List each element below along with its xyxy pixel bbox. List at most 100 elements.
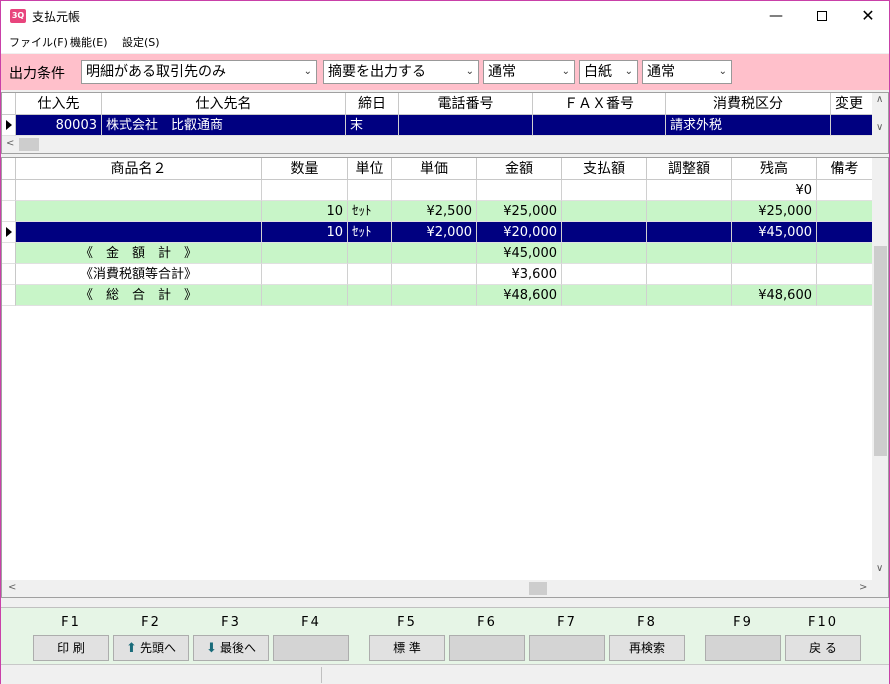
ledger-cell-paid[interactable]: [562, 285, 647, 306]
supplier-filter-select[interactable]: 明細がある取引先のみ ⌄: [81, 60, 317, 84]
ledger-hscroll-thumb[interactable]: [529, 582, 547, 595]
menu-settings[interactable]: 設定(S): [122, 34, 160, 50]
ledger-cell-price[interactable]: [392, 180, 477, 201]
ledger-cell-unit[interactable]: [348, 243, 392, 264]
ledger-cell-adjust[interactable]: [647, 264, 732, 285]
ledger-cell-adjust[interactable]: [647, 222, 732, 243]
changed-cell[interactable]: [831, 115, 873, 136]
mode-select[interactable]: 通常 ⌄: [483, 60, 575, 84]
ledger-cell-qty[interactable]: 10: [262, 201, 348, 222]
ledger-cell-balance[interactable]: [732, 243, 817, 264]
scroll-down-icon[interactable]: ∨: [876, 122, 883, 133]
col-header-balance[interactable]: 残高: [732, 158, 817, 180]
ledger-cell-adjust[interactable]: [647, 201, 732, 222]
ledger-cell-balance[interactable]: ¥45,000: [732, 222, 817, 243]
fkey-button-f4[interactable]: [273, 635, 349, 661]
ledger-cell-name[interactable]: [16, 180, 262, 201]
fkey-button-f10[interactable]: 戻 る: [785, 635, 861, 661]
col-header-adjustment[interactable]: 調整額: [647, 158, 732, 180]
col-header-supplier-code[interactable]: 仕入先: [16, 93, 102, 115]
fkey-button-f3[interactable]: ⬇ 最後へ: [193, 635, 269, 661]
ledger-cell-name[interactable]: [16, 222, 262, 243]
ledger-cell-amount[interactable]: ¥48,600: [477, 285, 562, 306]
ledger-cell-paid[interactable]: [562, 243, 647, 264]
ledger-cell-unit[interactable]: [348, 285, 392, 306]
ledger-cell-qty[interactable]: [262, 264, 348, 285]
scroll-left-icon[interactable]: <: [6, 138, 14, 149]
scroll-up-icon[interactable]: ∧: [876, 94, 883, 105]
ledger-cell-adjust[interactable]: [647, 285, 732, 306]
row-header[interactable]: [2, 180, 16, 201]
col-header-supplier-name[interactable]: 仕入先名: [102, 93, 346, 115]
fkey-button-f7[interactable]: [529, 635, 605, 661]
fkey-button-f9[interactable]: [705, 635, 781, 661]
ledger-cell-paid[interactable]: [562, 264, 647, 285]
ledger-vscroll-thumb[interactable]: [874, 246, 887, 456]
row-header[interactable]: [2, 243, 16, 264]
menu-file[interactable]: ファイル(F): [9, 34, 68, 50]
fkey-button-f8[interactable]: 再検索: [609, 635, 685, 661]
ledger-cell-qty[interactable]: [262, 285, 348, 306]
ledger-cell-name[interactable]: 《消費税額等合計》: [16, 264, 262, 285]
ledger-cell-note[interactable]: [817, 180, 873, 201]
ledger-cell-name[interactable]: [16, 201, 262, 222]
close-button[interactable]: ✕: [845, 1, 890, 31]
ledger-cell-note[interactable]: [817, 243, 873, 264]
phone-cell[interactable]: [399, 115, 533, 136]
ledger-cell-balance[interactable]: ¥48,600: [732, 285, 817, 306]
ledger-cell-price[interactable]: ¥2,000: [392, 222, 477, 243]
row-header[interactable]: [2, 285, 16, 306]
ledger-cell-price[interactable]: [392, 264, 477, 285]
ledger-horizontal-scrollbar[interactable]: < >: [2, 580, 888, 597]
summary-output-select[interactable]: 摘要を出力する ⌄: [323, 60, 479, 84]
supplier-code-cell[interactable]: 80003: [16, 115, 102, 136]
col-header-tax-type[interactable]: 消費税区分: [666, 93, 831, 115]
ledger-cell-balance[interactable]: [732, 264, 817, 285]
ledger-cell-amount[interactable]: ¥3,600: [477, 264, 562, 285]
scroll-right-icon[interactable]: >: [859, 582, 867, 593]
ledger-cell-balance[interactable]: ¥0: [732, 180, 817, 201]
ledger-cell-note[interactable]: [817, 285, 873, 306]
ledger-cell-amount[interactable]: [477, 180, 562, 201]
col-header-closing-day[interactable]: 締日: [346, 93, 399, 115]
col-header-unit-price[interactable]: 単価: [392, 158, 477, 180]
ledger-cell-qty[interactable]: [262, 243, 348, 264]
tax-type-cell[interactable]: 請求外税: [666, 115, 831, 136]
ledger-cell-qty[interactable]: [262, 180, 348, 201]
col-header-note[interactable]: 備考: [817, 158, 873, 180]
col-header-amount[interactable]: 金額: [477, 158, 562, 180]
ledger-cell-amount[interactable]: ¥45,000: [477, 243, 562, 264]
ledger-cell-adjust[interactable]: [647, 180, 732, 201]
ledger-cell-name[interactable]: 《 総 合 計 》: [16, 285, 262, 306]
supplier-name-cell[interactable]: 株式会社 比叡通商: [102, 115, 346, 136]
maximize-button[interactable]: [799, 1, 845, 31]
row-header[interactable]: [2, 201, 16, 222]
fkey-button-f1[interactable]: 印 刷: [33, 635, 109, 661]
fkey-button-f6[interactable]: [449, 635, 525, 661]
col-header-phone[interactable]: 電話番号: [399, 93, 533, 115]
ledger-cell-amount[interactable]: ¥20,000: [477, 222, 562, 243]
ledger-cell-note[interactable]: [817, 264, 873, 285]
ledger-cell-paid[interactable]: [562, 180, 647, 201]
ledger-cell-unit[interactable]: [348, 264, 392, 285]
ledger-cell-amount[interactable]: ¥25,000: [477, 201, 562, 222]
ledger-vertical-scrollbar[interactable]: ∨: [872, 158, 888, 580]
ledger-cell-note[interactable]: [817, 222, 873, 243]
row-pointer-icon[interactable]: [2, 222, 16, 243]
supplier-vertical-scrollbar[interactable]: ∧ ∨: [872, 93, 888, 136]
fax-cell[interactable]: [533, 115, 666, 136]
minimize-button[interactable]: —: [753, 1, 799, 31]
scroll-left-icon[interactable]: <: [8, 582, 16, 593]
col-header-changed[interactable]: 変更: [831, 93, 873, 115]
fkey-button-f2[interactable]: ⬆ 先頭へ: [113, 635, 189, 661]
col-header-paid[interactable]: 支払額: [562, 158, 647, 180]
ledger-cell-paid[interactable]: [562, 222, 647, 243]
closing-day-cell[interactable]: 末: [346, 115, 399, 136]
print-mode-select[interactable]: 通常 ⌄: [642, 60, 732, 84]
fkey-button-f5[interactable]: 標 準: [369, 635, 445, 661]
ledger-cell-note[interactable]: [817, 201, 873, 222]
ledger-cell-unit[interactable]: [348, 180, 392, 201]
col-header-fax[interactable]: ＦＡＸ番号: [533, 93, 666, 115]
paper-select[interactable]: 白紙 ⌄: [579, 60, 638, 84]
menu-function[interactable]: 機能(E): [70, 34, 108, 50]
